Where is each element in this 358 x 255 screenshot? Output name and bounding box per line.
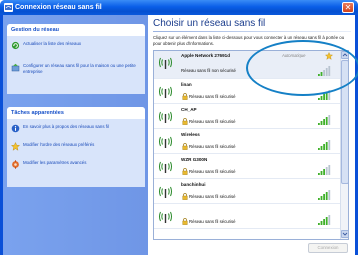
- refresh-network-list-label: Actualiser la liste des réseaux: [23, 41, 82, 46]
- network-item[interactable]: Réseau sans fil sécurisé: [154, 205, 340, 229]
- network-item[interactable]: WZR G300N Réseau sans fil sécurisé: [154, 155, 340, 179]
- lock-icon: [182, 218, 188, 225]
- signal-bar: [325, 117, 328, 125]
- page-title: Choisir un réseau sans fil: [153, 18, 266, 29]
- signal-bar: [320, 171, 323, 175]
- wizard-icon: [11, 63, 20, 72]
- network-name: banchinhui: [181, 182, 206, 187]
- signal-bar: [320, 196, 323, 200]
- signal-bar: [328, 190, 331, 200]
- signal-bar: [325, 192, 328, 200]
- connect-button[interactable]: Connexion: [308, 243, 348, 253]
- network-security: Réseau sans fil sécurisé: [189, 194, 236, 199]
- task-pane: Gestion du réseau Actualiser la liste de…: [3, 15, 148, 255]
- network-security: Réseau sans fil sécurisé: [189, 219, 236, 224]
- network-name: Apple Network 27691d: [181, 53, 231, 58]
- wireless-network-icon: [4, 3, 13, 12]
- signal-bar: [325, 167, 328, 175]
- signal-bar: [318, 98, 320, 100]
- signal-bar: [325, 217, 328, 225]
- wireless-antenna-icon: [159, 186, 172, 198]
- signal-bar: [318, 148, 320, 150]
- change-preferred-order-label: Modifier l'ordre des réseaux préférés: [23, 142, 95, 147]
- network-security: Réseau sans fil sécurisé: [189, 119, 236, 124]
- setup-wireless-network-link[interactable]: Configurer un réseau sans fil pour la ma…: [7, 60, 145, 78]
- signal-bar: [318, 123, 320, 125]
- wireless-antenna-icon: [159, 86, 172, 98]
- change-advanced-settings-label: Modifier les paramètres avancés: [23, 160, 87, 165]
- window-title: Connexion réseau sans fil: [15, 4, 102, 11]
- lock-icon: [182, 118, 188, 125]
- signal-bar: [318, 198, 320, 200]
- network-name: CH_AP: [181, 107, 197, 112]
- network-name: Wireless: [181, 132, 200, 137]
- network-item[interactable]: banchinhui Réseau sans fil sécurisé: [154, 180, 340, 204]
- signal-bar: [320, 146, 323, 150]
- wireless-antenna-icon: [159, 211, 172, 223]
- wireless-connection-window: Connexion réseau sans fil ✕ Gestion du r…: [0, 0, 358, 255]
- network-name: linan: [181, 82, 192, 87]
- signal-strength-icon: [318, 140, 331, 150]
- refresh-network-list-link[interactable]: Actualiser la liste des réseaux: [7, 38, 145, 50]
- network-item[interactable]: Wireless Réseau sans fil sécurisé: [154, 130, 340, 154]
- related-tasks-title: Tâches apparentées: [7, 107, 145, 119]
- signal-bar: [328, 140, 331, 150]
- network-security: Réseau sans fil non sécurisé: [181, 68, 236, 73]
- signal-bar: [320, 221, 323, 225]
- info-icon: [11, 124, 20, 133]
- settings-icon: [11, 160, 20, 169]
- signal-bar: [323, 94, 325, 100]
- signal-bar: [328, 215, 331, 225]
- signal-bar: [318, 223, 320, 225]
- signal-bar: [328, 115, 331, 125]
- network-item[interactable]: CH_AP Réseau sans fil sécurisé: [154, 105, 340, 129]
- signal-bar: [320, 96, 323, 100]
- network-name: WZR G300N: [181, 157, 208, 162]
- signal-strength-icon: [318, 165, 331, 175]
- signal-bar: [323, 169, 325, 175]
- title-bar[interactable]: Connexion réseau sans fil ✕: [0, 0, 358, 15]
- close-button[interactable]: ✕: [342, 2, 354, 13]
- wireless-antenna-icon: [159, 111, 172, 123]
- signal-bar: [323, 219, 325, 225]
- signal-strength-icon: [318, 215, 331, 225]
- lock-icon: [182, 93, 188, 100]
- scroll-down-button[interactable]: [341, 230, 348, 238]
- change-preferred-order-link[interactable]: Modifier l'ordre des réseaux préférés: [7, 139, 145, 151]
- signal-bar: [318, 173, 320, 175]
- lock-icon: [182, 193, 188, 200]
- star-icon: [10, 142, 21, 151]
- signal-bar: [323, 119, 325, 125]
- signal-bar: [323, 194, 325, 200]
- setup-wireless-network-label: Configurer un réseau sans fil pour la ma…: [23, 63, 136, 74]
- wireless-antenna-icon: [159, 136, 172, 148]
- heading-divider: [153, 31, 351, 32]
- network-tasks-group: Gestion du réseau Actualiser la liste de…: [7, 24, 145, 94]
- wireless-antenna-icon: [159, 161, 172, 173]
- refresh-icon: [11, 41, 20, 50]
- change-advanced-settings-link[interactable]: Modifier les paramètres avancés: [7, 157, 145, 169]
- signal-bar: [320, 121, 323, 125]
- network-security: Réseau sans fil sécurisé: [189, 169, 236, 174]
- wireless-antenna-icon: [159, 57, 172, 69]
- lock-icon: [182, 168, 188, 175]
- signal-strength-icon: [318, 190, 331, 200]
- signal-bar: [328, 165, 331, 175]
- network-security: Réseau sans fil sécurisé: [189, 94, 236, 99]
- network-tasks-title: Gestion du réseau: [7, 24, 145, 36]
- signal-bar: [323, 144, 325, 150]
- related-tasks-group: Tâches apparentées En savoir plus à prop…: [7, 107, 145, 187]
- highlight-circle: [246, 40, 358, 96]
- network-security: Réseau sans fil sécurisé: [189, 144, 236, 149]
- signal-strength-icon: [318, 115, 331, 125]
- learn-about-wireless-label: En savoir plus à propos des réseaux sans…: [23, 124, 109, 129]
- chevron-down-icon: [342, 232, 348, 236]
- learn-about-wireless-link[interactable]: En savoir plus à propos des réseaux sans…: [7, 121, 145, 133]
- signal-bar: [325, 142, 328, 150]
- lock-icon: [182, 143, 188, 150]
